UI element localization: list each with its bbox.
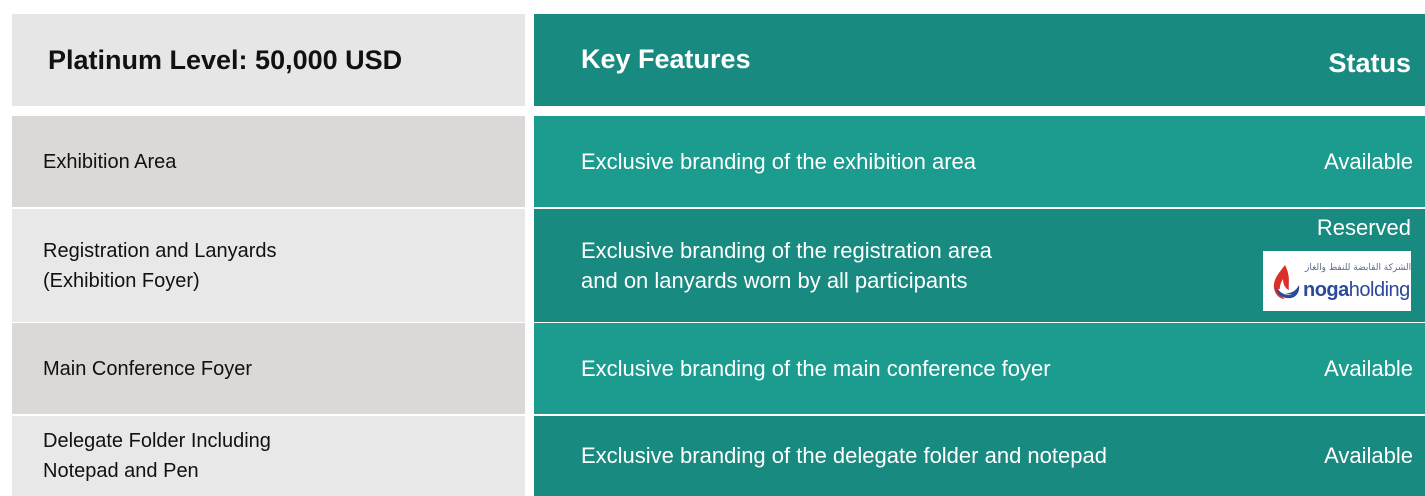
row-label-registration: Registration and Lanyards (Exhibition Fo…	[12, 209, 525, 322]
level-title: Platinum Level: 50,000 USD	[48, 44, 403, 75]
status-text: Available	[1324, 148, 1413, 174]
table-row: Exclusive branding of the delegate folde…	[534, 416, 1425, 496]
row-label-text: Delegate Folder Including	[43, 430, 271, 452]
feature-description: Exclusive branding of the delegate folde…	[581, 443, 1107, 468]
level-title-cell: Platinum Level: 50,000 USD	[12, 14, 525, 106]
row-label-text: Main Conference Foyer	[43, 357, 252, 380]
row-label-text: Exhibition Area	[43, 150, 177, 173]
sponsor-logo: الشركة القابضة للنفط والغاز nogaholding	[1263, 251, 1411, 311]
status-heading: Status	[1328, 48, 1411, 78]
features-heading: Key Features	[581, 44, 751, 74]
feature-description: and on lanyards worn by all participants	[581, 267, 968, 293]
row-label-text: Registration and Lanyards	[43, 239, 277, 262]
feature-description: Exclusive branding of the registration a…	[581, 237, 992, 263]
status-text: Available	[1324, 443, 1413, 468]
row-label-text: (Exhibition Foyer)	[43, 269, 200, 292]
table-row: Exclusive branding of the main conferenc…	[534, 323, 1425, 414]
status-text: Reserved	[1316, 215, 1411, 240]
row-label-exhibition-area: Exhibition Area	[12, 116, 525, 207]
feature-description: Exclusive branding of the exhibition are…	[581, 148, 977, 174]
sponsor-arabic-name: الشركة القابضة للنفط والغاز	[1305, 263, 1412, 273]
flame-icon	[1273, 265, 1300, 299]
sponsor-name: nogaholding	[1303, 279, 1410, 301]
table-row: Exclusive branding of the exhibition are…	[534, 116, 1425, 207]
row-label-text: Notepad and Pen	[43, 460, 199, 482]
row-label-delegate-folder: Delegate Folder Including Notepad and Pe…	[12, 416, 525, 496]
row-label-main-conference-foyer: Main Conference Foyer	[12, 323, 525, 414]
feature-description: Exclusive branding of the main conferenc…	[581, 355, 1051, 381]
table-row: Exclusive branding of the registration a…	[534, 209, 1425, 322]
status-text: Available	[1324, 355, 1413, 381]
header-features-cell: Key Features Status	[534, 14, 1425, 106]
